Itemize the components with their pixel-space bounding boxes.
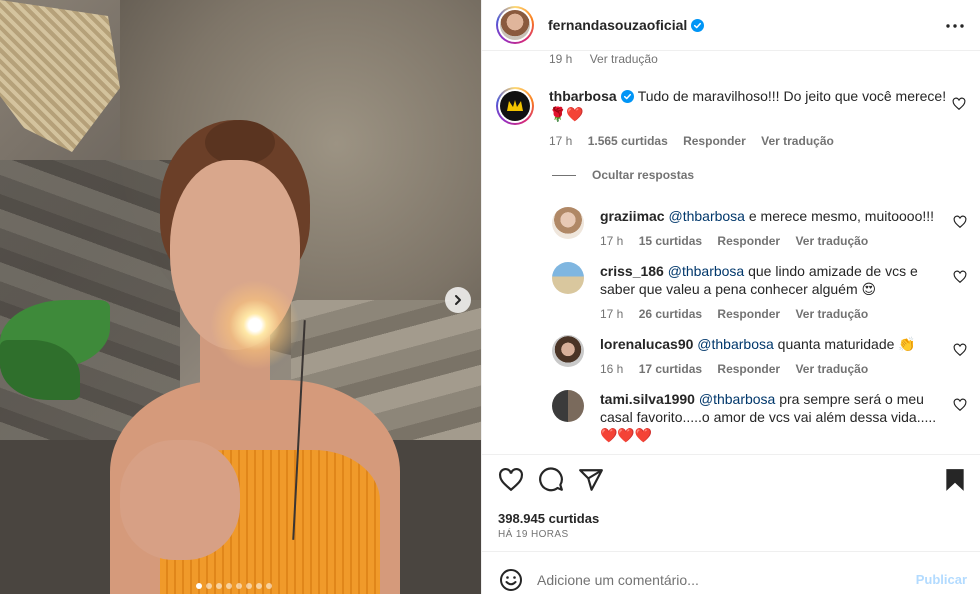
carousel-dot xyxy=(246,583,252,589)
hide-replies-button[interactable]: Ocultar respostas xyxy=(552,168,694,182)
like-comment-heart-icon[interactable] xyxy=(953,343,967,357)
comment-likes[interactable]: 1.565 curtidas xyxy=(588,134,668,148)
comments-list[interactable]: 19 h Ver tradução thbarbosa Tudo de marav… xyxy=(482,51,980,454)
like-heart-icon[interactable] xyxy=(498,467,524,493)
comment-meta: 17 h 15 curtidas Responder Ver tradução xyxy=(600,234,880,248)
post-photo[interactable] xyxy=(0,0,481,594)
comment-body: e merece mesmo, muitoooo!!! xyxy=(744,208,935,224)
reply-link[interactable]: Responder xyxy=(717,234,780,248)
comment-time: 17 h xyxy=(549,134,573,148)
emoji-smiley-icon[interactable] xyxy=(499,568,523,592)
carousel-dot xyxy=(206,583,212,589)
comment-username[interactable]: criss_186 xyxy=(600,263,664,279)
comment-username[interactable]: thbarbosa xyxy=(549,88,617,104)
mention-link[interactable]: @thbarbosa xyxy=(699,391,775,407)
reply-link[interactable]: Responder xyxy=(683,134,746,148)
comment-username[interactable]: graziimac xyxy=(600,208,665,224)
comment-meta: 17 h 26 curtidas Responder Ver tradução xyxy=(600,307,880,321)
translate-link[interactable]: Ver tradução xyxy=(795,362,868,376)
like-comment-heart-icon[interactable] xyxy=(952,97,966,111)
photo-person xyxy=(70,120,400,594)
comment-bubble-icon[interactable] xyxy=(538,467,564,493)
like-comment-heart-icon[interactable] xyxy=(953,398,967,412)
comment-text: graziimac @thbarbosa e merece mesmo, mui… xyxy=(600,207,938,225)
divider-line xyxy=(552,174,576,176)
mention-link[interactable]: @thbarbosa xyxy=(668,263,744,279)
crown-logo-icon xyxy=(507,100,523,111)
author-avatar[interactable] xyxy=(496,6,534,44)
comment-body: quanta maturidade 👏 xyxy=(773,336,916,352)
reply-link[interactable]: Responder xyxy=(717,307,780,321)
carousel-dot xyxy=(256,583,262,589)
carousel-dot xyxy=(196,583,202,589)
photo-hair-bun xyxy=(205,120,275,165)
carousel-dot xyxy=(216,583,222,589)
comment-meta: 16 h 17 curtidas Responder Ver tradução xyxy=(600,362,880,376)
translate-link[interactable]: Ver tradução xyxy=(590,52,658,66)
commenter-avatar[interactable] xyxy=(496,87,534,125)
carousel-dot xyxy=(266,583,272,589)
comment-text: criss_186 @thbarbosa que lindo amizade d… xyxy=(600,262,938,298)
more-dots-icon xyxy=(946,24,964,28)
comment-meta: 17 h 1.565 curtidas Responder Ver traduç… xyxy=(549,134,846,148)
commenter-avatar[interactable] xyxy=(552,262,584,294)
comment-time: 17 h xyxy=(600,307,624,321)
translate-link[interactable]: Ver tradução xyxy=(795,307,868,321)
carousel-dot xyxy=(236,583,242,589)
comment-time: 17 h xyxy=(600,234,624,248)
comment-likes[interactable]: 15 curtidas xyxy=(639,234,702,248)
carousel-dot xyxy=(226,583,232,589)
translate-link[interactable]: Ver tradução xyxy=(795,234,868,248)
chevron-right-icon xyxy=(455,295,461,305)
comment-username[interactable]: lorenalucas90 xyxy=(600,336,693,352)
commenter-avatar[interactable] xyxy=(552,390,584,422)
comment-likes[interactable]: 26 curtidas xyxy=(639,307,702,321)
verified-badge-icon xyxy=(620,90,634,103)
carousel-dots xyxy=(196,583,272,589)
carousel-next-button[interactable] xyxy=(445,287,471,313)
photo-hand xyxy=(120,440,240,560)
comment-username[interactable]: tami.silva1990 xyxy=(600,391,695,407)
commenter-avatar[interactable] xyxy=(552,335,584,367)
mention-link[interactable]: @thbarbosa xyxy=(668,208,744,224)
previous-comment-meta: 19 h Ver tradução xyxy=(549,52,672,66)
comment-time: 19 h xyxy=(549,52,573,66)
comment-likes[interactable]: 17 curtidas xyxy=(639,362,702,376)
post-side-panel: fernandasouzaoficial 19 h Ver tradução t… xyxy=(481,0,980,594)
add-comment-bar: Publicar xyxy=(482,551,980,594)
hide-replies-label: Ocultar respostas xyxy=(592,168,695,182)
translate-link[interactable]: Ver tradução xyxy=(761,134,834,148)
publish-button[interactable]: Publicar xyxy=(916,572,967,587)
author-username[interactable]: fernandasouzaoficial xyxy=(548,17,687,33)
comment-time: 16 h xyxy=(600,362,624,376)
comment-text: tami.silva1990 @thbarbosa pra sempre ser… xyxy=(600,390,938,444)
comment-text: thbarbosa Tudo de maravilhoso!!! Do jeito… xyxy=(549,87,947,123)
verified-badge-icon xyxy=(691,18,705,32)
like-comment-heart-icon[interactable] xyxy=(953,215,967,229)
more-options-button[interactable] xyxy=(943,14,967,38)
comment-text: lorenalucas90 @thbarbosa quanta maturida… xyxy=(600,335,938,353)
share-paper-plane-icon[interactable] xyxy=(578,467,604,493)
like-comment-heart-icon[interactable] xyxy=(953,270,967,284)
save-bookmark-icon[interactable] xyxy=(942,467,968,493)
commenter-avatar[interactable] xyxy=(552,207,584,239)
reply-link[interactable]: Responder xyxy=(717,362,780,376)
photo-sparkler-flame xyxy=(210,280,300,370)
mention-link[interactable]: @thbarbosa xyxy=(697,336,773,352)
post-likes-count[interactable]: 398.945 curtidas xyxy=(498,511,599,526)
post-header: fernandasouzaoficial xyxy=(482,0,980,51)
post-timestamp: HÁ 19 HORAS xyxy=(498,529,569,540)
comment-input[interactable] xyxy=(537,566,897,594)
post-actions: 398.945 curtidas HÁ 19 HORAS xyxy=(482,454,980,551)
